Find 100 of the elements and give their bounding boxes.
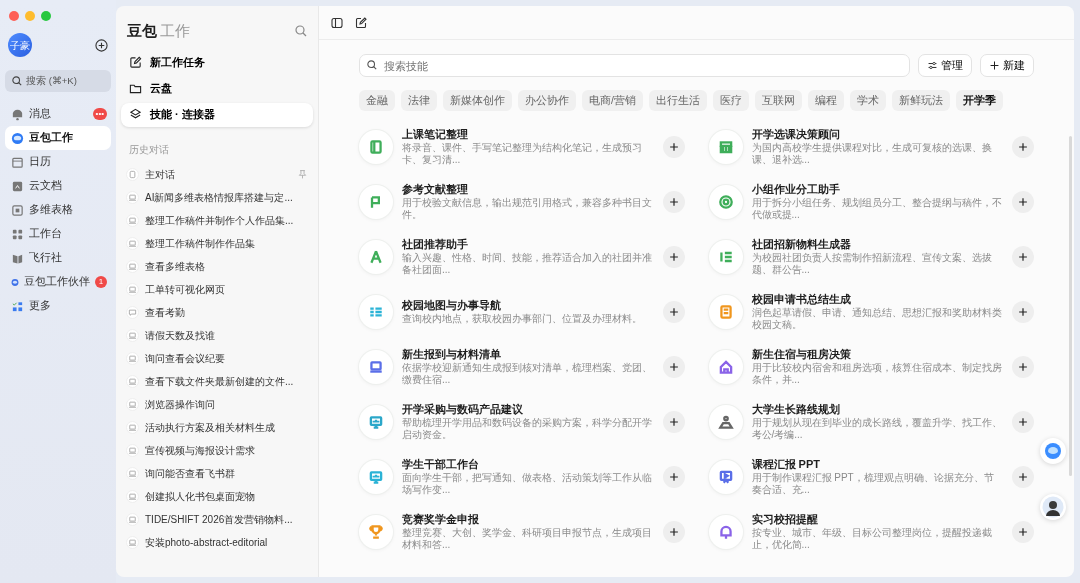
skill-title: 参考文献整理	[402, 182, 469, 197]
sidebar-item[interactable]: 飞行社	[5, 246, 111, 270]
skill-title: 校园申请书总结生成	[751, 292, 852, 307]
skill-title: 开学选课决策顾问	[751, 127, 841, 142]
sidebar-item[interactable]: 消息 •••	[5, 102, 111, 126]
user-avatar[interactable]: 子豪	[8, 33, 32, 57]
laptop-icon	[127, 214, 138, 226]
category-tab[interactable]: 编程	[807, 90, 844, 111]
skill-description: 用于制作课程汇报 PPT，梳理观点明确、论据充分、节奏合适、充...	[751, 472, 995, 496]
sidebar-item[interactable]: 豆包工作	[5, 126, 111, 150]
panel-nav-item[interactable]: 云盘	[121, 76, 313, 101]
sidebar-item[interactable]: 更多	[5, 294, 111, 318]
history-item[interactable]: 工单转可视化网页	[121, 277, 313, 301]
category-tab[interactable]: 法律	[401, 90, 437, 111]
add-skill-button[interactable]	[1012, 245, 1034, 268]
add-skill-button[interactable]	[662, 410, 685, 433]
add-skill-button[interactable]	[1012, 135, 1034, 158]
laptop-icon	[127, 375, 138, 387]
edit-icon[interactable]	[355, 16, 367, 29]
history-item[interactable]: 安装photo-abstract-editorial	[121, 530, 313, 554]
add-skill-button[interactable]	[1012, 190, 1034, 213]
skill-description: 按专业、城市、年级、目标公司整理岗位，提醒投递截止，优化简...	[751, 527, 993, 551]
plus-icon	[1017, 415, 1029, 428]
avatar-button[interactable]	[1040, 494, 1066, 520]
search-placeholder: 搜索 (⌘+K)	[26, 73, 77, 88]
history-item[interactable]: 活动执行方案及相关材料生成	[121, 415, 313, 439]
sidebar-item[interactable]: 豆包工作伙伴 1	[5, 270, 111, 294]
category-tab[interactable]: 电商/营销	[582, 90, 643, 111]
category-tab[interactable]: 新鲜玩法	[891, 90, 950, 111]
sidebar-item[interactable]: 日历	[5, 150, 111, 174]
swirl-logo-icon	[11, 131, 24, 145]
skill-title: 新生住宿与租房决策	[751, 347, 852, 362]
add-skill-button[interactable]	[662, 135, 685, 158]
close-window-button[interactable]	[9, 11, 19, 21]
plus-icon	[1017, 360, 1029, 373]
add-skill-button[interactable]	[662, 520, 685, 543]
search-icon[interactable]	[295, 25, 307, 38]
plus-icon	[1017, 195, 1029, 208]
apps-icon	[11, 299, 24, 313]
sidebar-item[interactable]: 多维表格	[5, 198, 111, 222]
assistant-logo-button[interactable]	[1040, 438, 1066, 464]
history-item[interactable]: 整理工作稿件制作作品集	[121, 231, 313, 255]
skill-title: 上课笔记整理	[402, 127, 469, 142]
add-skill-button[interactable]	[1012, 520, 1034, 543]
history-item[interactable]: 整理工作稿件并制作个人作品集...	[121, 208, 313, 232]
add-skill-button[interactable]	[662, 300, 685, 323]
add-skill-button[interactable]	[662, 190, 685, 213]
panel-nav-item[interactable]: 新工作任务	[121, 50, 313, 75]
category-tab[interactable]: 学术	[849, 90, 886, 111]
skill-title: 社团推荐助手	[402, 237, 469, 252]
sidebar-item[interactable]: 云文档	[5, 174, 111, 198]
folder-icon	[129, 82, 142, 95]
skill-description: 面向学生干部，把写通知、做表格、活动策划等工作从临场写作变...	[402, 472, 653, 496]
history-item[interactable]: TIDE/SHIFT 2026首发营销物料...	[121, 507, 313, 531]
history-item[interactable]: 主对话	[121, 162, 313, 186]
laptop-icon	[127, 444, 138, 456]
category-tab[interactable]: 办公协作	[518, 90, 576, 111]
search-field[interactable]: 搜索 (⌘+K)	[5, 70, 111, 92]
category-tab[interactable]: 金融	[359, 90, 395, 111]
history-item[interactable]: 询问查看会议纪要	[121, 346, 313, 370]
history-item[interactable]: 查看下载文件夹最新创建的文件...	[121, 369, 313, 393]
skill-description: 查询校内地点，获取校园办事部门、位置及办理材料。	[402, 313, 643, 325]
history-item[interactable]: 查看考勤	[121, 300, 313, 324]
laptop-icon	[127, 191, 138, 203]
skill-title: 开学采购与数码产品建议	[402, 402, 524, 417]
plus-icon	[667, 140, 680, 153]
history-item[interactable]: 询问能否查看飞书群	[121, 461, 313, 485]
history-item[interactable]: AI新闻多维表格情报库搭建与定...	[121, 185, 313, 209]
add-skill-button[interactable]	[662, 245, 685, 268]
history-item[interactable]: 创建拟人化书包桌面宠物	[121, 484, 313, 508]
add-skill-button[interactable]	[1012, 410, 1034, 433]
new-button[interactable]: 新建	[980, 54, 1034, 77]
manage-button[interactable]: 管理	[918, 54, 972, 77]
sidebar-item[interactable]: 工作台	[5, 222, 111, 246]
category-tab[interactable]: 开学季	[955, 90, 1003, 111]
add-icon[interactable]	[95, 38, 108, 52]
history-item[interactable]: 请假天数及找谁	[121, 323, 313, 347]
laptop-icon	[127, 329, 138, 341]
category-tab[interactable]: 出行生活	[648, 90, 707, 111]
panel-title: 豆包	[127, 22, 157, 39]
add-skill-button[interactable]	[1012, 355, 1034, 378]
category-tab[interactable]: 医疗	[712, 90, 749, 111]
history-item[interactable]: 查看多维表格	[121, 254, 313, 278]
skill-search-field[interactable]: 搜索技能	[359, 54, 910, 77]
category-tab[interactable]: 互联网	[754, 90, 802, 111]
add-skill-button[interactable]	[1012, 465, 1034, 488]
history-item[interactable]: 宣传视频与海报设计需求	[121, 438, 313, 462]
laptop-icon	[127, 352, 138, 364]
add-skill-button[interactable]	[662, 465, 685, 488]
add-skill-button[interactable]	[1012, 300, 1034, 323]
skill-title: 大学生长路线规划	[751, 402, 841, 417]
history-item[interactable]: 浏览器操作询问	[121, 392, 313, 416]
category-tab[interactable]: 新媒体创作	[443, 90, 512, 111]
add-skill-button[interactable]	[662, 355, 685, 378]
laptop-icon	[127, 467, 138, 479]
bell-icon	[11, 107, 24, 121]
skill-description: 依据学校迎新通知生成报到核对清单，梳理档案、党团、缴费住宿...	[402, 362, 653, 386]
notification-badge: 1	[95, 276, 107, 288]
sidebar-toggle-icon[interactable]	[331, 16, 343, 29]
panel-nav-item[interactable]: 技能 · 连接器	[121, 102, 313, 127]
